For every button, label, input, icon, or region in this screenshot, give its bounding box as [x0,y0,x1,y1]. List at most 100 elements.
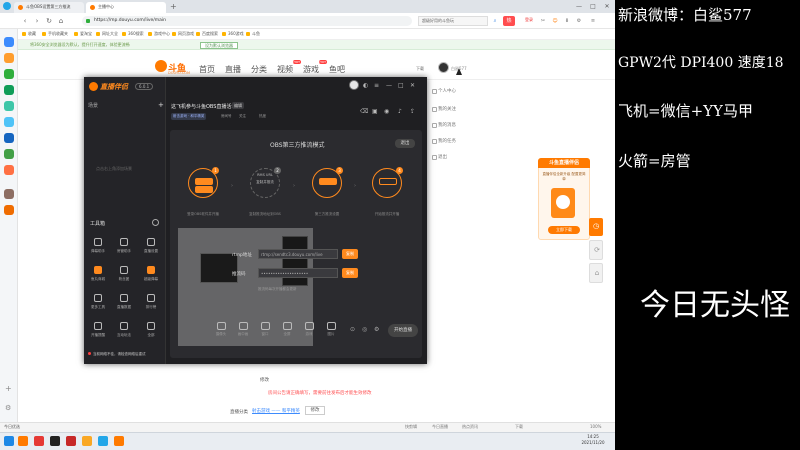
app-avatar[interactable] [349,80,359,90]
settings-icon[interactable]: ⚙ [574,16,584,26]
new-tab-button[interactable]: + [170,2,177,11]
sidebar-app-icon[interactable] [4,165,14,175]
sidebar-app-icon[interactable] [4,133,14,143]
trash-icon[interactable]: ⌫ [360,108,368,115]
dropdown-item[interactable]: 我的消息 [432,122,456,128]
nav-category[interactable]: 分类 [251,64,267,75]
user-icon[interactable]: ☺ [550,16,560,26]
nav-yuba[interactable]: 鱼吧 [329,64,345,75]
douyu-logo-icon[interactable] [155,60,167,72]
float-gift-button[interactable]: ◷ [589,218,603,236]
tool-all[interactable]: 全部 [139,322,163,346]
tool-more[interactable]: 更多工具 [86,294,110,318]
extension-icon[interactable]: ✂ [538,16,548,26]
copy-code-button[interactable]: 复制 [342,268,358,278]
dropdown-item[interactable]: 我的任务 [432,138,456,144]
tool-settings[interactable]: 直播设置 [139,238,163,262]
bell-icon[interactable]: ♪ [398,108,402,115]
forward-button[interactable]: › [32,16,42,26]
source-fullscreen[interactable]: 全屏 [276,322,298,337]
source-pip[interactable]: 画中画 [232,322,254,337]
room-category[interactable]: 射击游戏 · 和平精英 [171,113,207,120]
news-icon[interactable]: 热 [503,16,515,26]
download-link[interactable]: 下载 [416,66,424,72]
app-maximize-icon[interactable]: □ [398,82,404,89]
add-scene-icon[interactable]: + [158,101,164,109]
bookmark-item[interactable]: 网址大全 [96,31,118,37]
bookmark-item[interactable]: 收藏 [22,31,36,37]
taskbar-app-icon[interactable] [50,436,60,446]
promo-download-button[interactable]: 立即下载 [548,226,580,234]
record-icon[interactable]: ⊙ [350,326,355,333]
minimize-button[interactable]: — [574,2,584,11]
nav-games[interactable]: 游戏 [303,60,328,75]
avatar[interactable] [438,62,449,73]
obs-exit-button[interactable]: 退出 [395,139,415,148]
start-live-button[interactable]: 开始直播 [388,324,418,337]
sidebar-app-icon[interactable] [4,85,14,95]
live-settings-icon[interactable]: ⚙ [374,326,379,333]
camera-icon[interactable]: ◉ [384,108,389,115]
dropdown-item[interactable]: 退出 [432,154,447,160]
tool-shop[interactable]: 鱼丸商城 [86,266,110,290]
category-link[interactable]: 射击游戏 —— 和平精英 [252,408,300,414]
bookmark-item[interactable]: 游戏中心 [148,31,170,37]
status-item[interactable]: 今日直播 [432,424,448,430]
save-icon[interactable]: ▣ [372,108,378,115]
start-icon[interactable] [4,436,14,446]
sidebar-app-icon[interactable] [4,205,14,215]
bookmark-item[interactable]: 斗鱼 [246,31,260,37]
tool-data[interactable]: 直播数据 [112,294,136,318]
dropdown-item[interactable]: 我的关注 [432,106,456,112]
app-skin-icon[interactable]: ◐ [363,82,368,89]
float-share-button[interactable]: ⟳ [589,240,603,260]
tools-info-icon[interactable] [152,219,159,226]
sidebar-app-icon[interactable] [4,117,14,127]
taskbar-app-icon[interactable] [66,436,76,446]
mic-icon[interactable]: ◎ [362,326,367,333]
bookmark-item[interactable]: 手机收藏夹 [42,31,68,37]
category-modify-button[interactable]: 修改 [305,406,325,415]
address-bar[interactable]: https://mp.douyu.com/live/main [82,16,412,26]
zoom-level[interactable]: 100% [590,424,601,429]
tab-obs-guide[interactable]: 斗鱼OBS设置第三方推流 [14,2,84,13]
taskbar-clock[interactable]: 14:25 2021/11/20 [578,434,608,446]
status-left[interactable]: 今日优选 [4,424,20,430]
menu-icon[interactable]: ≡ [588,16,598,26]
set-default-button[interactable]: 设为默认浏览器 [200,42,238,49]
tool-admin[interactable]: 房管助手 [112,238,136,262]
home-button[interactable]: ⌂ [56,16,66,26]
tab-anchor-center[interactable]: 主播中心 [86,2,166,13]
copy-rtmp-button[interactable]: 复制 [342,249,358,259]
sidebar-app-icon[interactable] [4,149,14,159]
status-item[interactable]: 快剪辑 [405,424,417,430]
app-version[interactable]: 6.0.1 [135,83,154,90]
back-button[interactable]: ‹ [20,16,30,26]
sidebar-add-icon[interactable]: + [5,384,12,393]
source-window[interactable]: 窗口 [254,322,276,337]
tool-interact[interactable]: 互动玩法 [112,322,136,346]
bookmark-item[interactable]: 360搜索 [122,31,144,37]
sidebar-app-icon[interactable] [4,37,14,47]
download-icon[interactable]: ⬇ [562,16,572,26]
sidebar-app-icon[interactable] [4,69,14,79]
login-link[interactable]: 登录 [525,17,533,23]
close-window-button[interactable]: ✕ [602,2,612,11]
sidebar-app-icon[interactable] [4,101,14,111]
float-top-button[interactable]: ⌂ [589,263,603,283]
taskbar-app-icon[interactable] [114,436,124,446]
sidebar-app-icon[interactable] [4,189,14,199]
dropdown-item[interactable]: 个人中心 [432,88,456,94]
bookmark-item[interactable]: 爱淘宝 [74,31,92,37]
browser-logo-icon[interactable] [3,2,11,10]
status-item[interactable]: 热点资讯 [462,424,478,430]
rtmp-field[interactable]: rtmp://sendtc3.douyu.com/live [258,249,338,259]
bookmark-item[interactable]: 百度搜索 [196,31,218,37]
search-icon[interactable]: ⌕ [490,16,500,26]
source-game[interactable]: 游戏 [298,322,320,337]
nav-home[interactable]: 首页 [199,64,215,75]
bookmark-item[interactable]: 360游戏 [222,31,244,37]
status-item[interactable]: 下载 [515,424,523,430]
bookmark-item[interactable]: 网页游戏 [172,31,194,37]
tool-rank[interactable]: 排行榜 [139,294,163,318]
